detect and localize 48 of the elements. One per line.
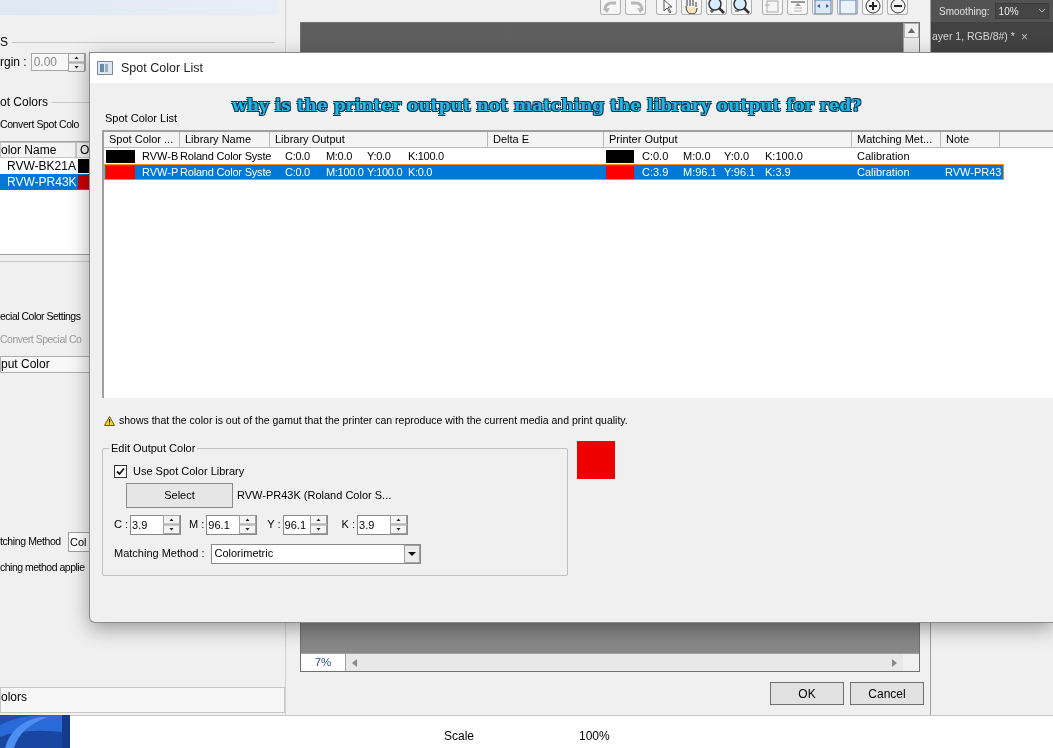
table-cell-text: RVW-P <box>142 164 179 180</box>
table-cell-text: Calibration <box>856 164 911 180</box>
table-cell-text: K:100.0 <box>408 148 445 164</box>
field-label: Y : <box>267 517 281 533</box>
text-panel: olors <box>0 687 285 713</box>
tab-title: ayer 1, RGB/8#) * <box>932 29 1015 45</box>
zoom-level: 7% <box>301 654 346 671</box>
table-cell-text: Y:0.0 <box>724 148 751 164</box>
table-cell-text: K:3.9 <box>765 164 792 180</box>
list-cell-text: RVW-PR43K <box>6 174 78 190</box>
list-cell-text: RVW-BK21A <box>6 158 77 174</box>
table-cell-text: RVW-B <box>142 148 179 164</box>
table-cell-text: Y:100.0 <box>367 164 404 180</box>
field-label: K : <box>341 517 356 533</box>
help-text: ching method applie <box>0 560 86 574</box>
group-label: ot Colors <box>0 94 49 111</box>
table-cell-text: RVW-PR43 <box>944 164 1000 180</box>
library-name: RVW-PR43K (Roland Color S... <box>237 488 392 504</box>
table-cell-text: Roland Color Syste <box>180 148 270 164</box>
field-label: rgin : <box>0 54 27 71</box>
group-label: Edit Output Color <box>109 441 198 455</box>
property-label: Scale <box>444 728 476 741</box>
table-cell-text: M:100.0 <box>326 164 365 180</box>
table-cell-text: C:0.0 <box>285 164 311 180</box>
table-cell-text: Y:0.0 <box>367 148 392 164</box>
field-label: tching Method <box>0 534 62 550</box>
property-value: 100% <box>579 728 610 741</box>
annotation-text: why is the printer output not matching the library output for red? <box>232 94 862 117</box>
table-cell-text: Roland Color Syste <box>180 164 270 180</box>
table-cell-text: Calibration <box>856 148 911 164</box>
table-cell-text: C:0.0 <box>285 148 311 164</box>
field-label: C : <box>114 517 129 533</box>
table-cell-text: Y:96.1 <box>724 164 757 180</box>
list-label: Spot Color List <box>104 111 179 124</box>
group-label: ecial Color Settings <box>0 309 82 323</box>
field-label: Matching Method : <box>114 546 205 562</box>
field-label: M : <box>189 517 205 533</box>
field-label: Smoothing: <box>939 4 990 19</box>
table-cell-text: K:100.0 <box>765 148 804 164</box>
table-cell-text: K:0.0 <box>408 164 434 180</box>
table-cell-text: C:0.0 <box>642 148 670 164</box>
help-text: shows that the color is out of the gamut that the printer can reproduce with the current media and print quality. <box>119 413 628 429</box>
table-cell-text: M:0.0 <box>683 148 712 164</box>
window-title: Spot Color List <box>121 59 203 77</box>
group-label: S <box>0 35 8 49</box>
table-cell-text: M:0.0 <box>326 148 353 164</box>
table-cell-text: C:3.9 <box>642 164 670 180</box>
table-cell-text: M:96.1 <box>683 164 718 180</box>
